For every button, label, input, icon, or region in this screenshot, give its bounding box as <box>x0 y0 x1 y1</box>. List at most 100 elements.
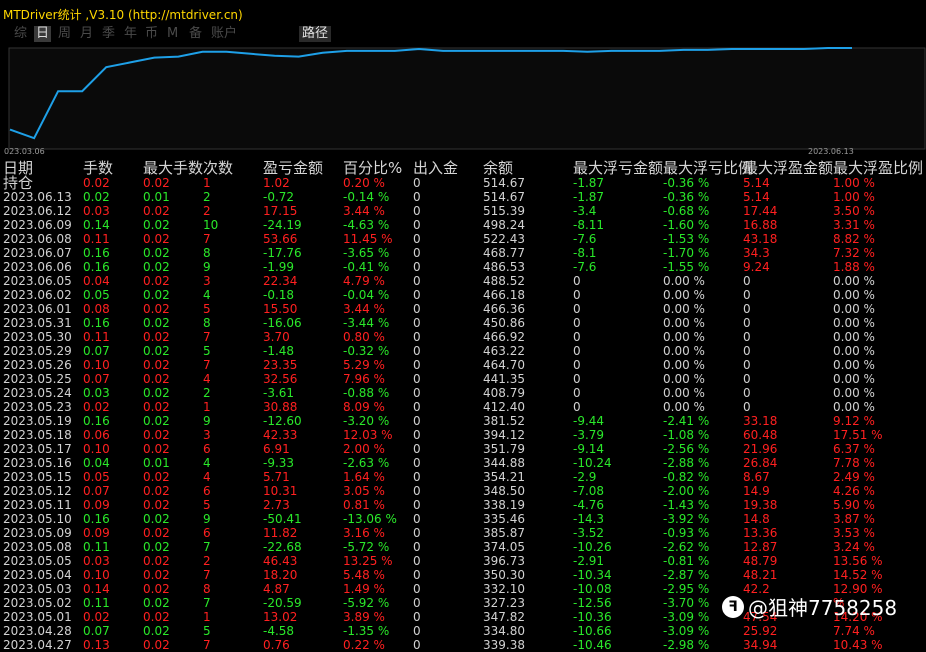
table-cell: 18.20 <box>263 568 298 582</box>
table-cell: 0.07 <box>83 344 110 358</box>
tab-5[interactable]: 年 <box>124 26 137 42</box>
table-cell: -2.56 % <box>663 442 710 456</box>
table-row[interactable]: 2023.06.06 0.16 0.02 9 -1.99 -0.41 % 0 486.53 -7… <box>0 260 926 274</box>
table-cell: 0.08 <box>83 302 110 316</box>
table-cell: -2.00 % <box>663 484 710 498</box>
tab-6[interactable]: 币 <box>145 26 158 42</box>
table-cell: -1.35 % <box>343 624 390 638</box>
tab-10[interactable]: 路径 <box>299 26 332 42</box>
table-row[interactable]: 2023.06.07 0.16 0.02 8 -17.76 -3.65 % 0 468.77 -… <box>0 246 926 260</box>
table-row[interactable]: 2023.06.12 0.03 0.02 2 17.15 3.44 % 0 515.39 -3.… <box>0 204 926 218</box>
table-row[interactable]: 2023.06.09 0.14 0.02 10 -24.19 -4.63 % 0 498.24… <box>0 218 926 232</box>
table-row[interactable]: 2023.06.02 0.05 0.02 4 -0.18 -0.04 % 0 466.18 0 0… <box>0 288 926 302</box>
table-cell: 0.00 % <box>833 302 875 316</box>
table-row[interactable]: 2023.06.05 0.04 0.02 3 22.34 4.79 % 0 488.52 0 0.… <box>0 274 926 288</box>
table-cell: 0.02 <box>143 218 170 232</box>
tab-8[interactable]: 备 <box>189 26 202 42</box>
table-row[interactable]: 2023.05.17 0.10 0.02 6 6.91 2.00 % 0 351.79 -9.1… <box>0 442 926 456</box>
table-row[interactable]: 2023.05.04 0.10 0.02 7 18.20 5.48 % 0 350.30 -10… <box>0 568 926 582</box>
table-row[interactable]: 持仓 0.02 0.02 1 1.02 0.20 % 0 514.67 -1.87 -0.36 %… <box>0 176 926 191</box>
tab-3[interactable]: 月 <box>80 26 93 42</box>
table-cell: 327.23 <box>483 596 525 610</box>
table-cell: -7.08 <box>573 484 605 498</box>
table-row[interactable]: 2023.05.18 0.06 0.02 3 42.33 12.03 % 0 394.12 -3… <box>0 428 926 442</box>
table-row[interactable]: 2023.05.08 0.11 0.02 7 -22.68 -5.72 % 0 374.05 -… <box>0 540 926 554</box>
table-cell: 0.02 <box>143 540 170 554</box>
table-row[interactable]: 2023.05.23 0.02 0.02 1 30.88 8.09 % 0 412.40 0 0.… <box>0 400 926 414</box>
table-row[interactable]: 2023.05.24 0.03 0.02 2 -3.61 -0.88 % 0 408.79 0 0… <box>0 386 926 400</box>
table-cell: 0.02 <box>143 204 170 218</box>
table-cell: 21.96 <box>743 442 778 456</box>
table-row[interactable]: 2023.05.26 0.10 0.02 7 23.35 5.29 % 0 464.70 0 0.… <box>0 358 926 372</box>
table-row[interactable]: 2023.05.16 0.04 0.01 4 -9.33 -2.63 % 0 344.88 -1… <box>0 456 926 470</box>
table-cell: 0 <box>413 358 421 372</box>
column-header-3[interactable]: 次数 <box>203 159 233 177</box>
column-header-11[interactable]: 最大浮盈比例 <box>833 159 923 177</box>
table-cell: 0.14 <box>83 582 110 596</box>
table-row[interactable]: 2023.05.25 0.07 0.02 4 32.56 7.96 % 0 441.35 0 0.… <box>0 372 926 386</box>
table-cell: 7 <box>203 232 211 246</box>
tab-7[interactable]: M <box>167 26 178 42</box>
table-cell: 0 <box>413 204 421 218</box>
table-cell: 2023.05.05 <box>3 554 72 568</box>
table-cell: -0.68 % <box>663 204 710 218</box>
equity-chart <box>0 44 926 158</box>
table-row[interactable]: 2023.06.13 0.02 0.01 2 -0.72 -0.14 % 0 514.67 -1… <box>0 190 926 204</box>
table-cell: 0.00 % <box>663 358 705 372</box>
table-cell: 498.24 <box>483 218 525 232</box>
column-header-7[interactable]: 余额 <box>483 159 513 177</box>
table-cell: 0.81 % <box>343 498 385 512</box>
table-cell: 7 <box>203 358 211 372</box>
table-cell: -2.41 % <box>663 414 710 428</box>
tab-1[interactable]: 日 <box>34 26 52 42</box>
table-row[interactable]: 2023.05.29 0.07 0.02 5 -1.48 -0.32 % 0 463.22 0 0… <box>0 344 926 358</box>
table-cell: 0 <box>413 428 421 442</box>
column-header-9[interactable]: 最大浮亏比例 <box>663 159 753 177</box>
table-cell: -1.48 <box>263 344 295 358</box>
window-title: MTDriver统计 ,V3.10 (http://mtdriver.cn) <box>3 8 243 22</box>
column-header-10[interactable]: 最大浮盈金额 <box>743 159 833 177</box>
table-cell: 2023.05.25 <box>3 372 72 386</box>
column-header-8[interactable]: 最大浮亏金额 <box>573 159 663 177</box>
table-cell: 0 <box>413 442 421 456</box>
table-cell: 2.00 % <box>343 442 385 456</box>
table-cell: -3.61 <box>263 386 295 400</box>
table-row[interactable]: 2023.05.30 0.11 0.02 7 3.70 0.80 % 0 466.92 0 0.0… <box>0 330 926 344</box>
table-row[interactable]: 2023.06.08 0.11 0.02 7 53.66 11.45 % 0 522.43 -7… <box>0 232 926 246</box>
table-row[interactable]: 2023.05.11 0.09 0.02 5 2.73 0.81 % 0 338.19 -4.7… <box>0 498 926 512</box>
tab-9[interactable]: 账户 <box>211 26 237 42</box>
column-header-6[interactable]: 出入金 <box>413 159 458 177</box>
table-cell: 0 <box>573 274 581 288</box>
table-cell: -0.18 <box>263 288 295 302</box>
table-row[interactable]: 2023.04.28 0.07 0.02 5 -4.58 -1.35 % 0 334.80 -1… <box>0 624 926 638</box>
tab-4[interactable]: 季 <box>102 26 115 42</box>
table-cell: -5.72 % <box>343 540 390 554</box>
tab-0[interactable]: 综 <box>14 26 27 42</box>
table-cell: 13.02 <box>263 610 298 624</box>
table-row[interactable]: 2023.05.31 0.16 0.02 8 -16.06 -3.44 % 0 450.86 0… <box>0 316 926 330</box>
column-header-4[interactable]: 盈亏金额 <box>263 159 323 177</box>
table-cell: 463.22 <box>483 344 525 358</box>
table-cell: -10.46 <box>573 638 612 652</box>
column-header-5[interactable]: 百分比% <box>343 159 402 177</box>
table-cell: 0.03 <box>83 386 110 400</box>
table-row[interactable]: 2023.06.01 0.08 0.02 5 15.50 3.44 % 0 466.36 0 0.… <box>0 302 926 316</box>
table-cell: -2.87 % <box>663 568 710 582</box>
column-header-2[interactable]: 最大手数 <box>143 159 203 177</box>
table-row[interactable]: 2023.05.19 0.16 0.02 9 -12.60 -3.20 % 0 381.52 -… <box>0 414 926 428</box>
table-cell: 344.88 <box>483 456 525 470</box>
table-cell: 3 <box>203 428 211 442</box>
table-cell: -3.52 <box>573 526 605 540</box>
table-row[interactable]: 2023.05.10 0.16 0.02 9 -50.41 -13.06 % 0 335.46… <box>0 512 926 526</box>
table-cell: 33.18 <box>743 414 778 428</box>
tab-2[interactable]: 周 <box>58 26 71 42</box>
table-row[interactable]: 2023.05.15 0.05 0.02 4 5.71 1.64 % 0 354.21 -2.9… <box>0 470 926 484</box>
table-row[interactable]: 2023.05.05 0.03 0.02 2 46.43 13.25 % 0 396.73 -2… <box>0 554 926 568</box>
table-row[interactable]: 2023.04.27 0.13 0.02 7 0.76 0.22 % 0 339.38 -10.… <box>0 638 926 652</box>
column-header-1[interactable]: 手数 <box>83 159 113 177</box>
table-cell: 0.80 % <box>343 330 385 344</box>
table-cell: 3.44 % <box>343 302 385 316</box>
table-row[interactable]: 2023.05.09 0.09 0.02 6 11.82 3.16 % 0 385.87 -3.… <box>0 526 926 540</box>
table-cell: 0.04 <box>83 274 110 288</box>
table-row[interactable]: 2023.05.12 0.07 0.02 6 10.31 3.05 % 0 348.50 -7.… <box>0 484 926 498</box>
